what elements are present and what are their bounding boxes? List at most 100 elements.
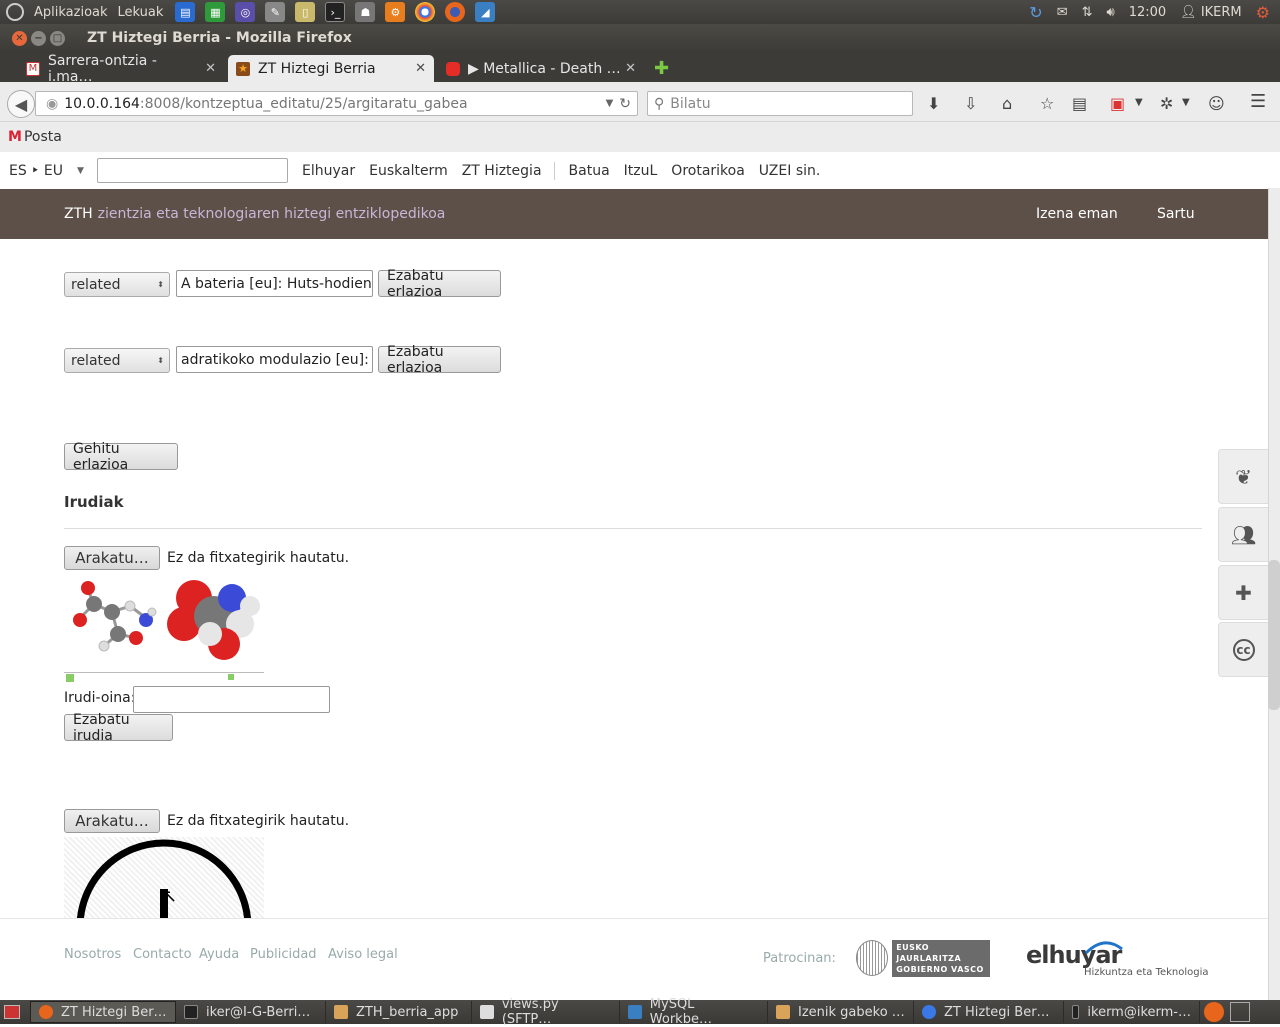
footer-link-publicidad[interactable]: Publicidad	[250, 947, 317, 962]
dictionary-search-input[interactable]	[97, 158, 288, 183]
firefox-launcher-icon[interactable]	[445, 2, 466, 22]
dock-cc-button[interactable]: cc	[1218, 622, 1268, 677]
molecule-image	[64, 576, 264, 684]
bookmark-star-icon[interactable]: ☆	[1040, 94, 1054, 113]
home-icon[interactable]: ⌂	[1002, 94, 1012, 113]
reload-icon[interactable]: ↻	[619, 96, 631, 112]
elhuyar-logo[interactable]: elhuyar Hizkuntza eta Teknologia	[1026, 941, 1209, 983]
delete-image-button[interactable]: Ezabatu irudia	[64, 712, 173, 744]
footer-link-nosotros[interactable]: Nosotros	[64, 947, 121, 962]
settings-launcher-icon[interactable]: ⚙	[385, 2, 406, 22]
mail-icon[interactable]: ✉	[1057, 5, 1068, 20]
task-firefox-zth[interactable]: ZT Hiztegi Ber…	[30, 1001, 176, 1023]
tab-youtube[interactable]: ▶ Metallica - Death … ✕	[438, 55, 644, 82]
users-icon: 👥︎	[1230, 522, 1257, 547]
maximize-window-button[interactable]: □	[50, 30, 65, 46]
applications-menu[interactable]: Aplikazioak	[34, 5, 108, 20]
downloads-icon[interactable]: ⇩	[964, 94, 977, 113]
scrollbar-thumb[interactable]	[1268, 560, 1280, 710]
hamburger-menu-icon[interactable]: ☰	[1250, 91, 1266, 112]
ubuntu-logo-icon[interactable]	[6, 3, 24, 21]
link-zt-hiztegia[interactable]: ZT Hiztegia	[462, 163, 542, 179]
footer-link-aviso-legal[interactable]: Aviso legal	[328, 947, 398, 962]
addon-red-icon[interactable]: ▣	[1110, 94, 1125, 113]
close-window-button[interactable]: ✕	[12, 30, 27, 46]
link-euskalterm[interactable]: Euskalterm	[369, 163, 448, 179]
site-info-icon[interactable]: ◉	[46, 96, 58, 112]
tab-gmail[interactable]: M Sarrera-ontzia - i.ma… ✕	[18, 53, 224, 85]
footer-link-ayuda[interactable]: Ayuda	[199, 947, 239, 962]
login-link[interactable]: Sartu	[1157, 206, 1195, 222]
update-icon[interactable]: ↻	[1029, 3, 1042, 22]
reading-list-icon[interactable]: ▤	[1072, 94, 1087, 113]
dock-leaf-button[interactable]: ❦	[1218, 449, 1268, 504]
url-bar[interactable]: ◉ 10.0.0.164:8008/kontzeptua_editatu/25/…	[35, 91, 638, 116]
task-untitled-folder[interactable]: Izenik gabeko …	[768, 1001, 914, 1023]
pocket-download-icon[interactable]: ⬇	[927, 94, 940, 113]
delete-relation-button[interactable]: Ezabatu erlazioa	[378, 344, 501, 376]
session-gear-icon[interactable]: ⚙	[1256, 3, 1270, 22]
gov-line2: GOBIERNO VASCO	[896, 964, 984, 974]
task-editor[interactable]: views.py (SFTP…	[472, 997, 620, 1027]
search-bar[interactable]: ⚲ Bilatu	[647, 91, 913, 116]
close-tab-icon[interactable]: ✕	[205, 61, 216, 76]
browse-file-button[interactable]: Arakatu…	[64, 546, 160, 570]
link-elhuyar[interactable]: Elhuyar	[302, 163, 355, 179]
close-tab-icon[interactable]: ✕	[625, 61, 636, 76]
link-uzei-sin[interactable]: UZEI sin.	[759, 163, 821, 179]
workbench-launcher-icon[interactable]: ◢	[475, 2, 496, 22]
chrome-launcher-icon[interactable]	[415, 2, 436, 22]
task-terminal-1[interactable]: iker@I-G-Berri…	[176, 1001, 326, 1023]
workspace-switcher-icon[interactable]	[1230, 1002, 1250, 1022]
task-folder[interactable]: ZTH_berria_app	[326, 1001, 472, 1023]
gobierno-vasco-logo[interactable]: EUSKO JAURLARITZA GOBIERNO VASCO	[856, 939, 990, 977]
tab-zt-hiztegi[interactable]: ★ ZT Hiztegi Berria ✕	[228, 55, 434, 82]
files-launcher-icon[interactable]: ▯	[295, 2, 316, 22]
register-link[interactable]: Izena eman	[1036, 206, 1118, 222]
firefox-tray-icon[interactable]	[1204, 1002, 1224, 1022]
places-menu[interactable]: Lekuak	[118, 5, 164, 20]
caption-input[interactable]	[133, 686, 330, 713]
calc-launcher-icon[interactable]: ▦	[205, 2, 226, 22]
site-brand[interactable]: ZTH	[64, 206, 93, 222]
task-mysql-workbench[interactable]: MySQL Workbe…	[620, 997, 768, 1027]
network-icon[interactable]: ⇅	[1082, 5, 1093, 20]
new-tab-icon[interactable]: ✚	[654, 58, 669, 79]
minimize-window-button[interactable]: −	[31, 30, 46, 46]
browse-file-button[interactable]: Arakatu…	[64, 809, 160, 833]
delete-relation-button[interactable]: Ezabatu erlazioa	[378, 268, 501, 300]
addon-dropdown-icon[interactable]: ▼	[1135, 97, 1143, 108]
link-itzul[interactable]: ItzuL	[624, 163, 658, 179]
clock[interactable]: 12:00	[1129, 5, 1166, 20]
footer-link-contacto[interactable]: Contacto	[133, 947, 192, 962]
relation-type-select[interactable]: related ⬍	[64, 348, 170, 373]
tool-launcher-icon[interactable]: ☗	[355, 2, 376, 22]
close-tab-icon[interactable]: ✕	[415, 61, 426, 76]
add-relation-button[interactable]: Gehitu erlazioa	[64, 441, 178, 473]
bookmark-posta[interactable]: Posta	[24, 129, 62, 145]
task-chrome-zth[interactable]: ZT Hiztegi Ber…	[914, 1001, 1064, 1023]
relation-target-input[interactable]: A bateria [eu]: Huts-hodien har	[176, 270, 373, 297]
writer-launcher-icon[interactable]: ▤	[175, 2, 196, 22]
editor-launcher-icon[interactable]: ✎	[265, 2, 286, 22]
link-orotarikoa[interactable]: Orotarikoa	[671, 163, 745, 179]
dock-users-button[interactable]: 👥︎	[1218, 507, 1268, 562]
terminal-launcher-icon[interactable]: ›_	[325, 2, 346, 22]
addon-gray-icon[interactable]: ✲	[1160, 94, 1173, 113]
show-desktop-icon[interactable]	[4, 1005, 20, 1019]
relation-type-select[interactable]: related ⬍	[64, 272, 170, 297]
user-menu[interactable]: 👤︎ IKERM	[1180, 5, 1241, 20]
addon2-dropdown-icon[interactable]: ▼	[1182, 97, 1190, 108]
chat-icon[interactable]: ☺	[1208, 94, 1225, 113]
language-pair-label: ES ‣ EU	[9, 162, 63, 179]
relation-target-input[interactable]: adratikoko modulazio [eu]: Se	[176, 346, 373, 373]
back-button[interactable]: ◀	[7, 90, 35, 118]
network-launcher-icon[interactable]: ◎	[235, 2, 256, 22]
link-batua[interactable]: Batua	[569, 163, 610, 179]
volume-icon[interactable]: 🔊︎	[1107, 5, 1115, 20]
dock-plugin-button[interactable]: ✚	[1218, 565, 1268, 620]
task-terminal-2[interactable]: ikerm@ikerm-…	[1064, 1001, 1200, 1023]
caption-label: Irudi-oina:	[64, 690, 136, 706]
language-pair-selector[interactable]: ES ‣ EU ▼	[9, 163, 89, 179]
url-dropdown-icon[interactable]: ▼	[606, 98, 614, 109]
